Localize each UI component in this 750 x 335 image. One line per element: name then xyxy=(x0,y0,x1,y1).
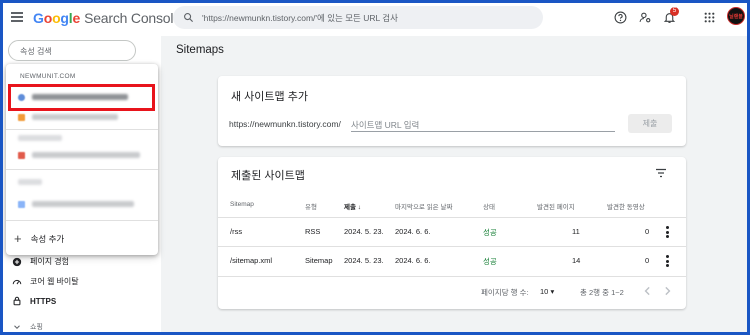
sidebar-item-https[interactable]: HTTPS xyxy=(12,296,56,306)
site-favicon-icon xyxy=(18,113,25,121)
more-options-icon[interactable] xyxy=(666,226,669,240)
filter-icon[interactable] xyxy=(655,168,667,178)
previous-page-icon[interactable] xyxy=(643,286,651,296)
highlight-box xyxy=(8,84,155,111)
top-app-bar: Google Search Console 'https://newmunkn.t… xyxy=(0,0,750,36)
cell-submitted: 2024. 5. 23. xyxy=(344,227,384,236)
sidebar-item-shopping[interactable]: 쇼핑 xyxy=(12,322,43,332)
divider xyxy=(6,220,158,221)
column-header-videos[interactable]: 발견한 동영상 xyxy=(607,201,645,211)
divider xyxy=(6,169,158,170)
cell-pages: 11 xyxy=(572,227,580,236)
column-header-pages[interactable]: 발견된 페이지 xyxy=(537,201,575,211)
property-option-blurred[interactable] xyxy=(18,111,148,123)
cell-videos: 0 xyxy=(645,256,650,265)
blurred-property-url xyxy=(32,114,118,120)
cell-status: 성공 xyxy=(483,257,497,266)
property-option-blurred[interactable] xyxy=(18,132,148,144)
blurred-property-url xyxy=(32,201,134,207)
blurred-property-url xyxy=(32,152,140,158)
site-favicon-icon xyxy=(18,151,25,159)
cell-status: 성공 xyxy=(483,228,497,237)
manage-users-icon[interactable] xyxy=(639,11,652,24)
table-divider xyxy=(218,217,686,218)
rows-per-page-label: 페이지당 행 수: xyxy=(481,288,529,297)
submitted-sitemaps-title: 제출된 사이트맵 xyxy=(231,170,305,182)
help-icon[interactable] xyxy=(614,11,627,24)
submit-button[interactable]: 제출 xyxy=(628,114,672,133)
sidebar-item-core-web-vitals[interactable]: 코어 웹 바이탈 xyxy=(12,276,79,287)
add-property-button[interactable]: + 속성 추가 xyxy=(14,232,64,245)
cell-pages: 14 xyxy=(572,256,581,265)
pagination-range: 총 2행 중 1~2 xyxy=(580,288,624,297)
add-sitemap-card xyxy=(218,76,686,146)
column-header-last-read[interactable]: 마지막으로 읽은 날짜 xyxy=(395,201,452,211)
url-prefix: https://newmunkn.tistory.com/ xyxy=(229,119,341,129)
site-favicon-icon xyxy=(18,200,25,208)
divider xyxy=(6,129,158,130)
cell-videos: 0 xyxy=(645,227,650,236)
sitemap-url-input[interactable]: 사이트맵 URL 입력 xyxy=(351,114,615,132)
property-option-blurred[interactable] xyxy=(18,176,148,188)
product-name: Search Console xyxy=(84,10,181,26)
property-option-blurred[interactable] xyxy=(18,198,148,210)
add-sitemap-title: 새 사이트맵 추가 xyxy=(231,91,308,103)
apps-grid-icon[interactable] xyxy=(703,11,716,24)
cell-type: Sitemap xyxy=(305,256,333,265)
cell-sitemap[interactable]: /rss xyxy=(230,227,242,236)
column-header-status[interactable]: 상태 xyxy=(483,201,495,211)
column-header-submitted[interactable]: 제출 ↓ xyxy=(344,201,361,211)
account-avatar[interactable]: 닐랜블 xyxy=(727,7,745,25)
next-page-icon[interactable] xyxy=(664,286,672,296)
chevron-down-icon xyxy=(14,325,20,329)
search-placeholder: 'https://newmunkn.tistory.com/'에 있는 모든 U… xyxy=(202,12,398,23)
blurred-section-label xyxy=(18,179,42,185)
search-icon xyxy=(184,13,194,23)
plus-circle-icon xyxy=(12,257,22,266)
url-inspection-search[interactable]: 'https://newmunkn.tistory.com/'에 있는 모든 U… xyxy=(173,6,543,29)
table-divider xyxy=(218,276,686,277)
more-options-icon[interactable] xyxy=(666,255,669,269)
dropdown-section-label: NEWMUNIT.COM xyxy=(20,73,76,80)
cell-submitted: 2024. 5. 23. xyxy=(344,256,384,265)
cell-last-read: 2024. 6. 6. xyxy=(395,227,431,236)
sidebar-item-page-experience[interactable]: 페이지 경험 xyxy=(12,256,69,267)
search-console-logo[interactable]: Google Search Console xyxy=(33,10,181,26)
property-option-blurred[interactable] xyxy=(18,149,148,161)
property-search-input[interactable]: 속성 검색 xyxy=(8,40,136,61)
lock-icon xyxy=(13,296,21,306)
speedometer-icon xyxy=(12,279,22,284)
rows-per-page-select[interactable]: 10 ▾ xyxy=(540,287,554,296)
sort-descending-icon: ↓ xyxy=(357,204,362,211)
menu-icon[interactable] xyxy=(11,12,23,22)
plus-icon: + xyxy=(14,231,22,246)
column-header-type[interactable]: 유형 xyxy=(305,201,317,211)
cell-sitemap[interactable]: /sitemap.xml xyxy=(230,256,272,265)
cell-type: RSS xyxy=(305,227,321,236)
table-divider xyxy=(218,246,686,247)
notification-badge: 5 xyxy=(670,7,679,16)
dropdown-arrow-icon: ▾ xyxy=(550,287,555,296)
blurred-section-label xyxy=(18,135,62,141)
column-header-sitemap[interactable]: Sitemap xyxy=(230,201,254,208)
cell-last-read: 2024. 6. 6. xyxy=(395,256,431,265)
page-title: Sitemaps xyxy=(176,44,224,56)
